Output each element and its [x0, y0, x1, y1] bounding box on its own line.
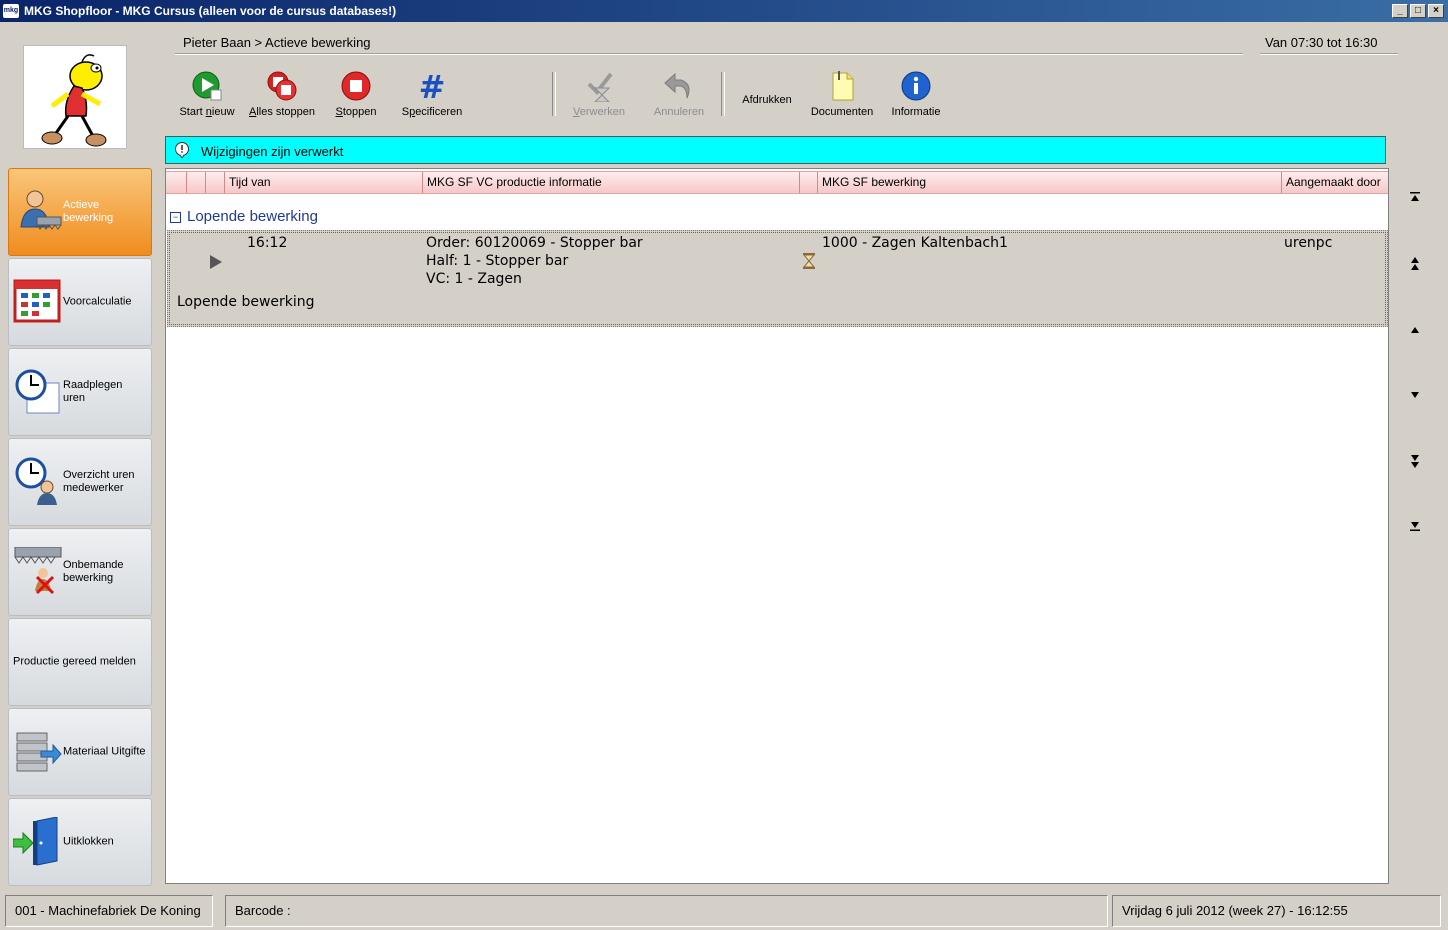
close-icon[interactable]: ×: [1428, 4, 1444, 18]
time-range-divider: [1260, 53, 1398, 55]
group-label: Lopende bewerking: [187, 208, 318, 225]
sidebar-item-overzicht-uren-medewerker[interactable]: Overzicht uren medewerker: [8, 438, 152, 526]
calendar-grid-icon: [13, 279, 61, 323]
afdrukken-button[interactable]: Afdrukken: [738, 94, 796, 106]
annuleren-button[interactable]: Annuleren: [650, 70, 708, 118]
page-up-icon[interactable]: [1400, 256, 1430, 276]
column-header-productie-informatie[interactable]: MKG SF VC productie informatie: [422, 172, 799, 193]
column-header-indicator[interactable]: [186, 172, 205, 193]
column-header-aangemaakt-door[interactable]: Aangemaakt door: [1281, 172, 1388, 193]
clock-document-icon: [15, 369, 60, 414]
group-header[interactable]: − Lopende bewerking: [170, 208, 318, 225]
documenten-label: Documenten: [810, 106, 874, 118]
specificeren-label: Specificeren: [401, 106, 463, 118]
row-up-icon[interactable]: [1400, 322, 1430, 342]
sidebar-item-materiaal-uitgifte[interactable]: Materiaal Uitgifte: [8, 708, 152, 796]
annuleren-label: Annuleren: [653, 106, 705, 118]
toolbar-separator: [552, 72, 556, 116]
sidebar-item-actieve-bewerking[interactable]: Actieve bewerking: [8, 168, 152, 256]
maximize-icon[interactable]: □: [1410, 4, 1426, 18]
cell-info-order: Order: 60120069 - Stopper bar: [426, 235, 643, 251]
time-range: Van 07:30 tot 16:30: [1265, 35, 1378, 50]
sidebar-item-label: Onbemande bewerking: [63, 559, 124, 584]
column-header-tijd-van[interactable]: Tijd van: [224, 172, 422, 193]
status-datetime: Vrijdag 6 juli 2012 (week 27) - 16:12:55: [1112, 895, 1441, 927]
table-row[interactable]: 16:12 Order: 60120069 - Stopper bar Half…: [167, 230, 1388, 327]
app-icon: mkg: [3, 4, 19, 18]
worker-saw-icon: [20, 190, 62, 230]
stoppen-label: Stoppen: [335, 106, 377, 118]
breadcrumb: Pieter Baan > Actieve bewerking: [183, 35, 371, 50]
verwerken-label: Verwerken: [573, 106, 625, 118]
alles-stoppen-label: Alles stoppen: [248, 106, 316, 118]
sidebar-item-voorcalculatie[interactable]: Voorcalculatie: [8, 258, 152, 346]
stop-all-icon: [267, 71, 297, 101]
play-green-icon: [192, 71, 222, 101]
cell-info-half: Half: 1 - Stopper bar: [426, 253, 569, 269]
notice-text: Wijzigingen zijn verwerkt: [201, 144, 344, 159]
first-row-icon[interactable]: [1400, 190, 1430, 210]
sidebar-item-label: Productie gereed melden: [13, 655, 136, 668]
informatie-button[interactable]: Informatie: [890, 70, 942, 118]
row-play-icon[interactable]: [210, 255, 222, 273]
stacked-material-icon: [16, 732, 62, 772]
exit-door-icon: [13, 817, 58, 866]
specificeren-button[interactable]: # Specificeren: [399, 70, 465, 118]
cell-tijd-van: 16:12: [247, 235, 288, 251]
info-icon: [901, 71, 931, 101]
row-down-icon[interactable]: [1400, 387, 1430, 407]
window-controls: _ □ ×: [1390, 4, 1444, 18]
alles-stoppen-button[interactable]: Alles stoppen: [248, 70, 316, 118]
cell-info-vc: VC: 1 - Zagen: [426, 271, 522, 287]
sidebar-item-uitklokken[interactable]: Uitklokken: [8, 798, 152, 886]
documenten-button[interactable]: Documenten: [808, 70, 876, 118]
status-company: 001 - Machinefabriek De Koning: [5, 895, 213, 927]
start-nieuw-button[interactable]: Start nieuw: [178, 70, 236, 118]
sidebar-item-onbemande-bewerking[interactable]: Onbemande bewerking: [8, 528, 152, 616]
svg-text:#: #: [419, 70, 446, 102]
cell-aangemaakt-door: urenpc: [1284, 235, 1333, 251]
grid-header: Tijd van MKG SF VC productie informatie …: [166, 171, 1388, 194]
minimize-icon[interactable]: _: [1392, 4, 1408, 18]
column-header-bewerking[interactable]: MKG SF bewerking: [817, 172, 1281, 193]
stop-icon: [341, 71, 371, 101]
company-logo: [23, 45, 127, 149]
sidebar-item-label: Uitklokken: [63, 835, 114, 848]
cell-bewerking: 1000 - Zagen Kaltenbach1: [822, 235, 1008, 251]
info-bubble-icon: [175, 142, 189, 158]
sidebar-item-label: Raadplegen uren: [63, 379, 123, 404]
afdrukken-label: Afdrukken: [742, 94, 792, 106]
active-operations-grid: Tijd van MKG SF VC productie informatie …: [165, 168, 1389, 884]
breadcrumb-divider: [175, 53, 1243, 55]
sidebar-item-label: Overzicht uren medewerker: [63, 469, 135, 494]
notice-banner: Wijzigingen zijn verwerkt: [165, 136, 1386, 164]
cartoon-mascot-icon: [41, 54, 107, 147]
sidebar-item-raadplegen-uren[interactable]: Raadplegen uren: [8, 348, 152, 436]
last-row-icon[interactable]: [1400, 519, 1430, 539]
sidebar-item-label: Actieve bewerking: [63, 199, 114, 224]
page-down-icon[interactable]: [1400, 453, 1430, 473]
column-header-spacer: [205, 172, 210, 193]
document-icon: [832, 71, 854, 101]
cell-status-text: Lopende bewerking: [177, 294, 315, 310]
verwerken-button[interactable]: Verwerken: [568, 70, 630, 118]
informatie-label: Informatie: [891, 106, 941, 118]
hash-icon: #: [419, 70, 446, 102]
stoppen-button[interactable]: Stoppen: [330, 70, 382, 118]
start-nieuw-label: Start nieuw: [179, 106, 235, 118]
checkmark-hourglass-icon: [587, 72, 613, 102]
saw-crossed-person-icon: [14, 547, 62, 595]
barcode-field[interactable]: Barcode :: [225, 895, 1108, 927]
title-bar: mkg MKG Shopfloor - MKG Cursus (alleen v…: [0, 0, 1448, 22]
sidebar-item-productie-gereed-melden[interactable]: Productie gereed melden: [8, 618, 152, 706]
sidebar-item-label: Voorcalculatie: [63, 295, 132, 308]
column-header-status[interactable]: [799, 172, 817, 193]
collapse-icon[interactable]: −: [170, 211, 181, 223]
undo-icon: [664, 72, 690, 99]
toolbar-separator: [721, 72, 725, 116]
hourglass-icon: [802, 253, 816, 273]
window-title: MKG Shopfloor - MKG Cursus (alleen voor …: [24, 4, 397, 18]
clock-person-icon: [15, 457, 57, 505]
sidebar-item-label: Materiaal Uitgifte: [63, 745, 146, 758]
